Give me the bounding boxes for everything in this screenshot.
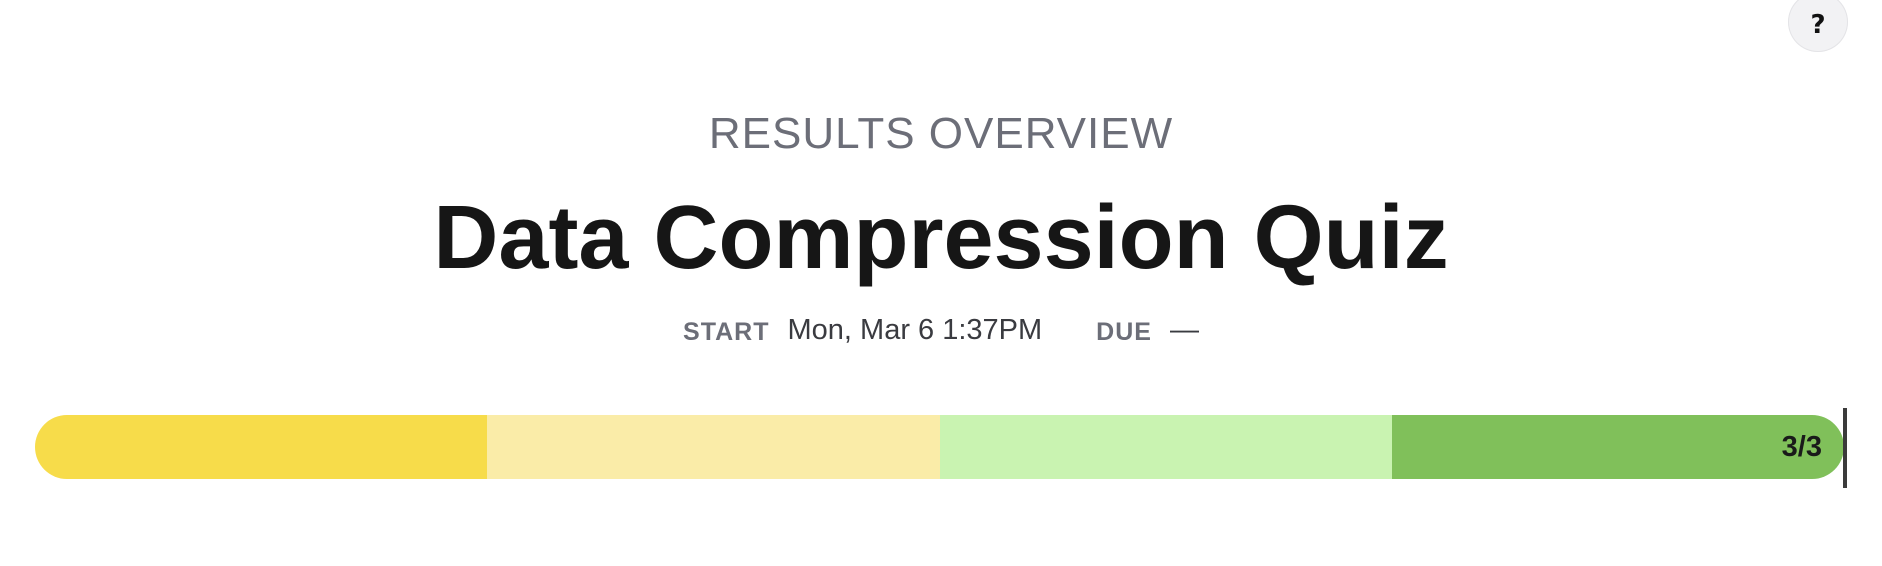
start-label: START (683, 317, 770, 346)
help-button[interactable]: ? (1788, 0, 1848, 52)
progress-segment-4 (1391, 415, 1844, 479)
start-value: Mon, Mar 6 1:37PM (787, 313, 1043, 346)
progress-segment-3 (939, 415, 1392, 479)
due-label: DUE (1096, 317, 1152, 346)
score-progress-bar: 3/3 (35, 415, 1844, 479)
help-icon: ? (1810, 10, 1826, 40)
due-value: — (1169, 313, 1199, 346)
progress-segment-2 (487, 415, 940, 479)
page-eyebrow: RESULTS OVERVIEW (708, 109, 1174, 158)
page-title: Data Compression Quiz (433, 188, 1449, 288)
score-count: 3/3 (1781, 430, 1822, 463)
progress-segment-1 (35, 415, 488, 479)
progress-end-marker (1843, 408, 1847, 488)
quiz-meta: START Mon, Mar 6 1:37PM DUE — (0, 310, 1882, 350)
